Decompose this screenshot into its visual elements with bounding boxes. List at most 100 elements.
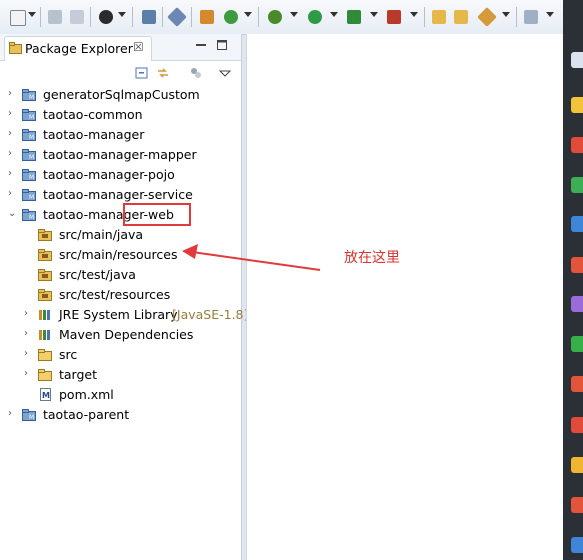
tree-item[interactable]: › JRE System Library [JavaSE-1.8]: [0, 305, 248, 325]
weibo-icon[interactable]: [571, 137, 583, 153]
tree-item[interactable]: › src: [0, 345, 241, 365]
svg-text:M: M: [29, 194, 34, 201]
chevron-down-icon[interactable]: ⌄: [8, 209, 18, 219]
console-icon[interactable]: [140, 8, 158, 26]
search-tool-dropdown-icon[interactable]: [502, 12, 510, 17]
tree-item-label: src: [59, 347, 78, 362]
tree-item[interactable]: › target: [0, 365, 241, 385]
chevron-right-icon[interactable]: ›: [8, 409, 18, 419]
open-type-icon[interactable]: [430, 8, 448, 26]
run-icon[interactable]: [306, 8, 324, 26]
app-icon[interactable]: [571, 296, 583, 312]
chevron-icon[interactable]: [571, 52, 583, 68]
debug-dropdown-icon[interactable]: [290, 12, 298, 17]
tree-item-label: src/main/resources: [59, 247, 178, 262]
editor-area[interactable]: [246, 34, 564, 560]
tree-item[interactable]: › Mtaotao-manager-service: [0, 185, 241, 205]
tree-item[interactable]: src/test/resources: [0, 285, 241, 305]
build-icon[interactable]: [198, 8, 216, 26]
project-icon: M: [22, 408, 37, 421]
chevron-right-icon[interactable]: ›: [8, 109, 18, 119]
library-icon: [38, 308, 53, 321]
chevron-right-icon[interactable]: ›: [24, 309, 34, 319]
chevron-right-icon[interactable]: ›: [8, 89, 18, 99]
chevron-right-icon[interactable]: ›: [8, 129, 18, 139]
tree-item-label: taotao-manager-pojo: [43, 167, 175, 182]
annotation-arrow: [182, 244, 321, 271]
minimize-icon[interactable]: [196, 40, 206, 50]
coverage-icon[interactable]: [345, 8, 363, 26]
tree-item[interactable]: › Mtaotao-parent: [0, 405, 241, 425]
close-icon[interactable]: ☒: [133, 40, 144, 54]
run-dropdown-icon[interactable]: [330, 12, 338, 17]
tree-item[interactable]: › Mtaotao-manager: [0, 125, 241, 145]
filters-icon[interactable]: [189, 66, 203, 80]
user-dropdown-icon[interactable]: [118, 12, 126, 17]
tree-item-label: pom.xml: [59, 387, 114, 402]
tree-item-label: taotao-common: [43, 107, 143, 122]
project-icon: M: [22, 88, 37, 101]
open-resource-icon[interactable]: [452, 8, 470, 26]
save-icon[interactable]: [46, 8, 64, 26]
search-tool-icon[interactable]: [477, 7, 497, 27]
tree-item[interactable]: › Maven Dependencies: [0, 325, 241, 345]
user-icon[interactable]: [97, 8, 115, 26]
highlight-box: [123, 203, 191, 226]
annotation-icon[interactable]: [522, 8, 540, 26]
app-icon[interactable]: [571, 497, 583, 513]
tree-item[interactable]: › Mtaotao-manager-mapper: [0, 145, 241, 165]
source-folder-icon: [38, 288, 53, 301]
app-icon[interactable]: [571, 376, 583, 392]
chevron-right-icon[interactable]: ›: [24, 369, 34, 379]
new-icon[interactable]: [8, 8, 26, 26]
link-with-editor-icon[interactable]: [156, 66, 170, 80]
tree-item[interactable]: › Mtaotao-common: [0, 105, 241, 125]
source-folder-icon: [38, 268, 53, 281]
side-taskbar: [563, 0, 583, 560]
tree-item-label: taotao-manager-service: [43, 187, 193, 202]
project-icon: M: [22, 168, 37, 181]
view-tab-bar: Package Explorer ☒: [0, 34, 241, 61]
chevron-right-icon[interactable]: ›: [8, 149, 18, 159]
tree-item[interactable]: Mpom.xml: [0, 385, 241, 405]
app-icon[interactable]: [571, 257, 583, 273]
new-dropdown-icon[interactable]: [28, 12, 36, 17]
maximize-icon[interactable]: [217, 40, 227, 50]
tree-item-label: generatorSqlmapCustom: [43, 87, 200, 102]
tab-package-explorer[interactable]: Package Explorer ☒: [4, 36, 152, 61]
note-icon[interactable]: [571, 457, 583, 473]
app-icon[interactable]: [571, 336, 583, 352]
external-tools-dropdown-icon[interactable]: [410, 12, 418, 17]
chevron-right-icon[interactable]: ›: [8, 189, 18, 199]
collapse-all-icon[interactable]: [135, 66, 149, 80]
document-icon[interactable]: [571, 216, 583, 232]
refresh-icon[interactable]: [222, 8, 240, 26]
coverage-dropdown-icon[interactable]: [370, 12, 378, 17]
project-icon: M: [22, 188, 37, 201]
external-tools-icon[interactable]: [385, 8, 403, 26]
chevron-right-icon[interactable]: ›: [24, 349, 34, 359]
refresh-dropdown-icon[interactable]: [244, 12, 252, 17]
svg-text:M: M: [29, 414, 34, 421]
chevron-right-icon[interactable]: ›: [8, 169, 18, 179]
app-icon[interactable]: [571, 417, 583, 433]
chevron-right-icon[interactable]: ›: [24, 329, 34, 339]
tree-item-label: taotao-manager: [43, 127, 145, 142]
package-explorer-icon: [9, 42, 22, 54]
tree-item[interactable]: › Mtaotao-manager-pojo: [0, 165, 241, 185]
package-explorer-panel: Package Explorer ☒ › MgeneratorSqlmapCust…: [0, 34, 248, 560]
tree-item[interactable]: ⌄ Mtaotao-manager-web: [0, 205, 241, 225]
app-icon[interactable]: [571, 97, 583, 113]
skip-breakpoints-icon[interactable]: [167, 7, 187, 27]
annotation-dropdown-icon[interactable]: [546, 12, 554, 17]
toolbar-separator: [162, 7, 163, 27]
library-icon: [38, 328, 53, 341]
mail-icon[interactable]: [571, 177, 583, 193]
tree-item[interactable]: › MgeneratorSqlmapCustom: [0, 85, 241, 105]
debug-icon[interactable]: [266, 8, 284, 26]
view-menu-icon[interactable]: [218, 66, 232, 80]
save-all-icon[interactable]: [68, 8, 86, 26]
main-toolbar: [0, 0, 563, 35]
app-icon[interactable]: [571, 537, 583, 553]
source-folder-icon: [38, 248, 53, 261]
